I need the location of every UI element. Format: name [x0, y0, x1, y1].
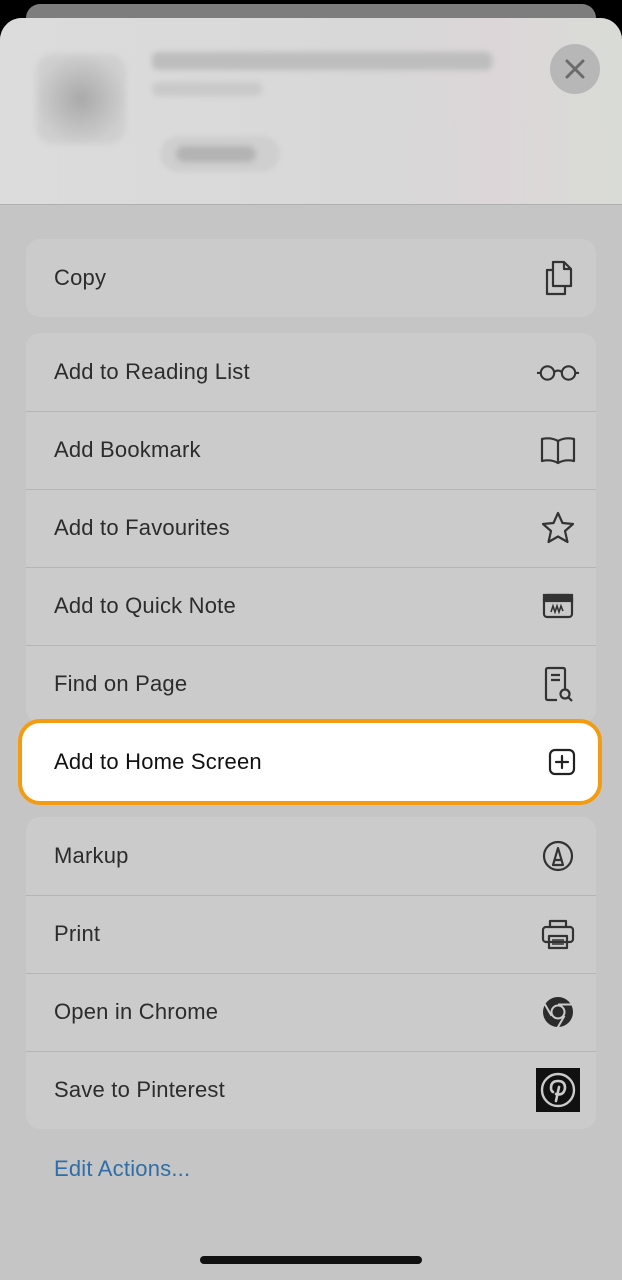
action-label: Add to Favourites	[54, 515, 230, 540]
action-add-to-home-screen[interactable]: Add to Home Screen	[18, 719, 602, 805]
action-label: Markup	[54, 843, 129, 868]
action-label: Find on Page	[54, 671, 188, 696]
chrome-icon	[536, 990, 580, 1034]
action-label: Add to Reading List	[54, 359, 250, 384]
add-square-icon	[540, 740, 584, 784]
action-group-copy: Copy	[26, 239, 596, 317]
find-on-page-icon	[536, 662, 580, 706]
action-label: Print	[54, 921, 101, 946]
printer-icon	[536, 912, 580, 956]
copy-icon	[536, 256, 580, 300]
close-icon	[564, 58, 586, 80]
action-save-to-pinterest[interactable]: Save to Pinterest	[26, 1051, 596, 1129]
action-label: Add to Home Screen	[54, 749, 262, 774]
action-add-bookmark[interactable]: Add Bookmark	[26, 411, 596, 489]
options-pill-label-blurred	[176, 146, 256, 162]
page-subtitle-blurred	[152, 82, 262, 96]
action-label: Add to Quick Note	[54, 593, 236, 618]
action-label: Open in Chrome	[54, 999, 219, 1024]
action-add-to-favourites[interactable]: Add to Favourites	[26, 489, 596, 567]
home-indicator[interactable]	[200, 1256, 422, 1264]
pinterest-icon	[536, 1068, 580, 1112]
action-find-on-page[interactable]: Find on Page	[26, 645, 596, 723]
star-icon	[536, 506, 580, 550]
share-sheet-header	[0, 18, 622, 205]
edit-actions-link[interactable]: Edit Actions...	[54, 1156, 190, 1182]
book-icon	[536, 428, 580, 472]
action-group-page: Add to Reading List Add Bookmark Add to …	[26, 333, 596, 723]
markup-icon	[536, 834, 580, 878]
action-group-more: Markup Print Open in Chrome Save to Pint…	[26, 817, 596, 1129]
action-print[interactable]: Print	[26, 895, 596, 973]
action-open-in-chrome[interactable]: Open in Chrome	[26, 973, 596, 1051]
glasses-icon	[536, 350, 580, 394]
site-icon	[36, 54, 126, 144]
action-label: Add Bookmark	[54, 437, 201, 462]
quick-note-icon	[536, 584, 580, 628]
action-label: Save to Pinterest	[54, 1077, 225, 1102]
page-title-blurred	[152, 52, 492, 70]
action-label: Copy	[54, 265, 107, 290]
close-button[interactable]	[550, 44, 600, 94]
action-copy[interactable]: Copy	[26, 239, 596, 317]
action-markup[interactable]: Markup	[26, 817, 596, 895]
action-add-to-reading-list[interactable]: Add to Reading List	[26, 333, 596, 411]
action-add-to-quick-note[interactable]: Add to Quick Note	[26, 567, 596, 645]
